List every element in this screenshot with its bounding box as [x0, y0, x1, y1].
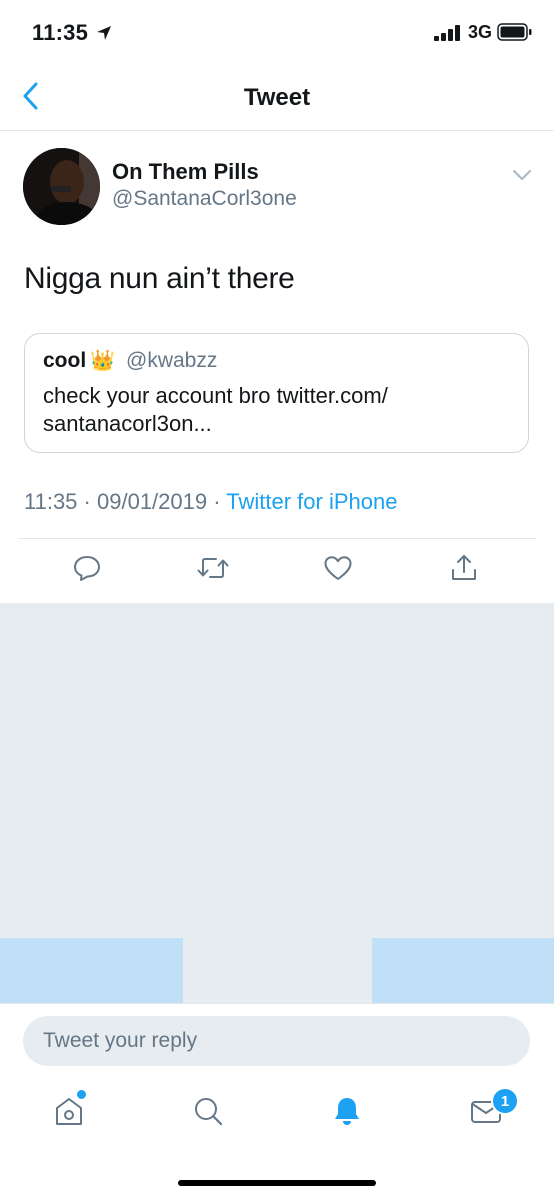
home-indicator	[178, 1180, 376, 1186]
retweet-icon	[196, 553, 230, 588]
tweet-meta: 11:35 · 09/01/2019 · Twitter for iPhone	[24, 489, 397, 515]
avatar[interactable]	[23, 148, 100, 225]
share-icon	[449, 553, 479, 588]
like-button[interactable]	[321, 553, 355, 587]
status-time: 11:35	[32, 20, 112, 47]
author-name[interactable]: On Them Pills	[112, 159, 259, 185]
share-button[interactable]	[447, 553, 481, 587]
author-handle[interactable]: @SantanaCorl3one	[112, 187, 297, 211]
battery-icon	[497, 23, 533, 46]
tab-search[interactable]	[188, 1093, 228, 1133]
location-arrow-icon	[96, 21, 112, 47]
page-title: Tweet	[243, 84, 311, 111]
highlight-band-left	[0, 938, 183, 1003]
tweet-text: Nigga nun ain’t there	[24, 262, 295, 295]
tweet-source-link[interactable]: Twitter for iPhone	[226, 489, 397, 514]
meta-separator: ·	[83, 489, 91, 514]
divider	[18, 538, 536, 539]
tweet-menu-button[interactable]	[512, 168, 532, 186]
search-icon	[191, 1094, 225, 1133]
quoted-author-handle: @kwabzz	[126, 349, 218, 372]
retweet-button[interactable]	[196, 553, 230, 587]
messages-badge: 1	[491, 1087, 519, 1115]
status-time-text: 11:35	[32, 20, 89, 45]
reply-input[interactable]	[23, 1016, 530, 1066]
home-icon	[52, 1094, 86, 1133]
reply-icon	[72, 553, 102, 588]
tweet-time: 11:35	[24, 489, 78, 514]
network-type: 3G	[468, 22, 493, 42]
bell-icon	[330, 1094, 364, 1133]
tab-notifications[interactable]	[327, 1093, 367, 1133]
meta-separator: ·	[213, 489, 221, 514]
chevron-down-icon	[512, 168, 532, 185]
tab-home[interactable]	[49, 1093, 89, 1133]
new-tweets-dot	[77, 1090, 86, 1099]
highlight-band-right	[372, 938, 554, 1003]
avatar-photo-icon	[23, 148, 100, 225]
reply-button[interactable]	[70, 553, 104, 587]
heart-icon	[323, 554, 353, 587]
crown-emoji: 👑	[90, 350, 115, 372]
quoted-author-name: cool	[43, 349, 87, 372]
divider	[0, 130, 554, 131]
tweet-date: 09/01/2019	[97, 489, 208, 514]
quoted-tweet-text: check your account bro twitter.com/ sant…	[43, 383, 388, 436]
signal-icon	[434, 25, 462, 46]
